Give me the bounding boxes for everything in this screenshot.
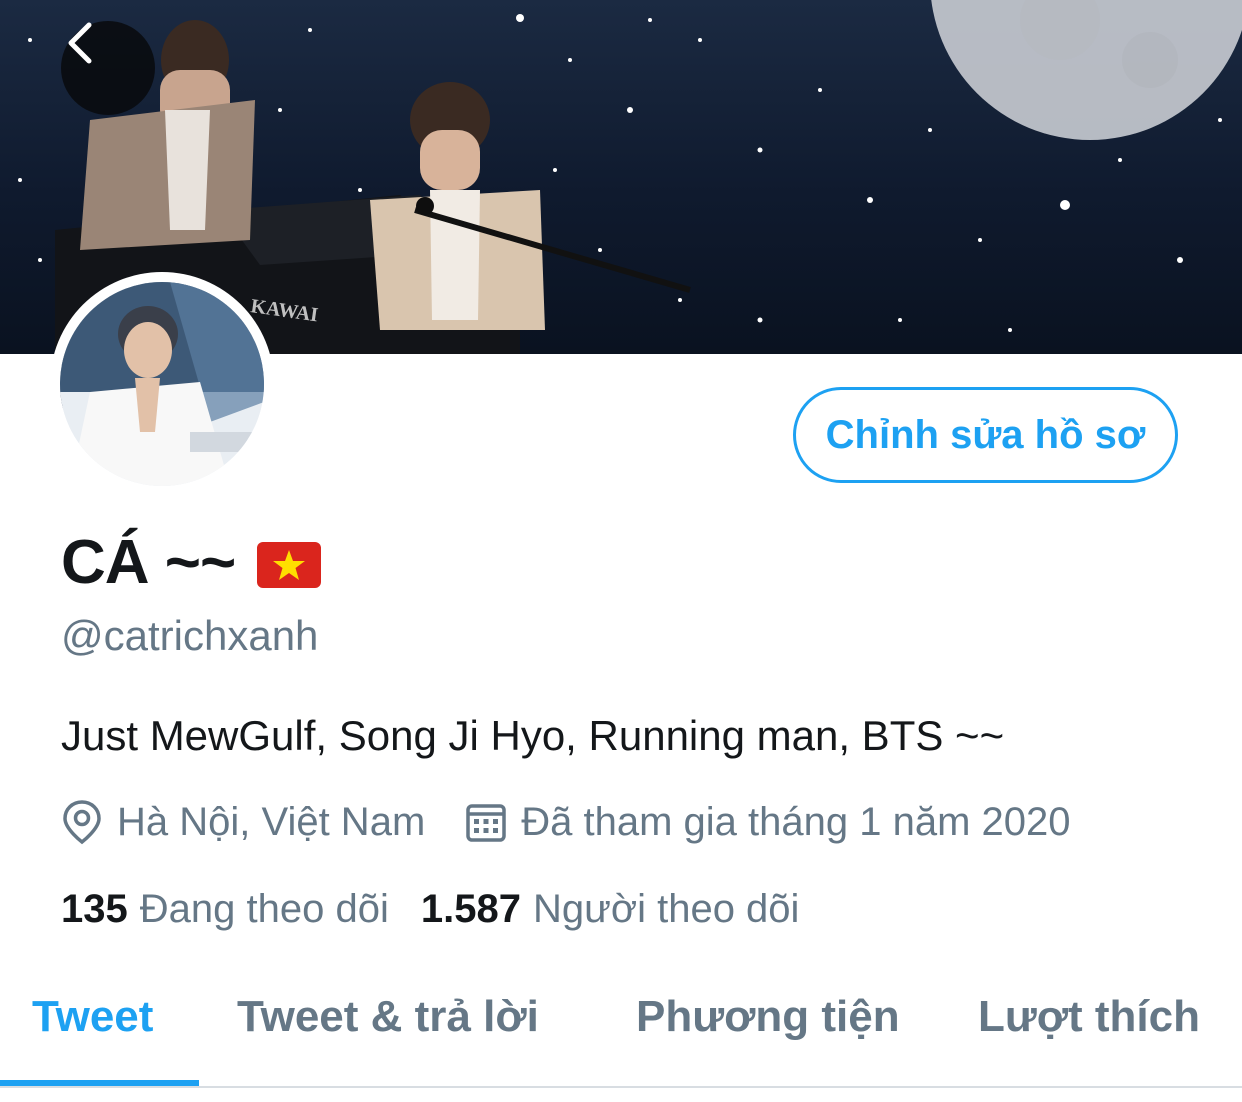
follow-stats: 135 Đang theo dõi 1.587 Người theo dõi — [61, 882, 799, 936]
user-handle: @catrichxanh — [61, 612, 319, 659]
location-item: Hà Nội, Việt Nam — [61, 799, 425, 845]
calendar-icon — [466, 804, 507, 842]
tab-tweets[interactable]: Tweet — [32, 992, 153, 1042]
tab-likes[interactable]: Lượt thích — [978, 992, 1200, 1042]
avatar[interactable] — [50, 272, 274, 496]
name-row: CÁ ~~ — [61, 524, 322, 600]
joined-text: Đã tham gia tháng 1 năm 2020 — [521, 799, 1071, 844]
display-name: CÁ ~~ — [61, 527, 236, 597]
active-tab-indicator — [0, 1080, 199, 1086]
profile-tabs: Tweet Tweet & trả lời Phương tiện Lượt t… — [0, 960, 1242, 1088]
profile-meta: Hà Nội, Việt Nam Đã tham gia tháng 1 năm… — [61, 796, 1071, 848]
following-link[interactable]: 135 Đang theo dõi — [61, 887, 389, 932]
joined-item: Đã tham gia tháng 1 năm 2020 — [465, 799, 1071, 845]
following-label: Đang theo dõi — [139, 886, 389, 931]
followers-link[interactable]: 1.587 Người theo dõi — [421, 887, 800, 932]
tab-tweets-replies[interactable]: Tweet & trả lời — [237, 992, 539, 1042]
edit-profile-button[interactable]: Chỉnh sửa hồ sơ — [793, 387, 1178, 483]
chevron-left-icon — [68, 22, 92, 64]
location-pin-icon — [63, 800, 101, 845]
vietnam-flag-icon — [257, 542, 322, 588]
bio: Just MewGulf, Song Ji Hyo, Running man, … — [61, 712, 1005, 759]
back-button[interactable] — [61, 21, 155, 115]
tab-media[interactable]: Phương tiện — [636, 992, 900, 1042]
avatar-image — [60, 282, 264, 486]
profile-page: KAWAI Chỉnh sửa hồ sơ CÁ ~~ @catrichxanh… — [0, 0, 1242, 1102]
location-text: Hà Nội, Việt Nam — [117, 799, 426, 844]
followers-count: 1.587 — [420, 886, 521, 931]
following-count: 135 — [61, 886, 128, 931]
followers-label: Người theo dõi — [532, 886, 800, 931]
